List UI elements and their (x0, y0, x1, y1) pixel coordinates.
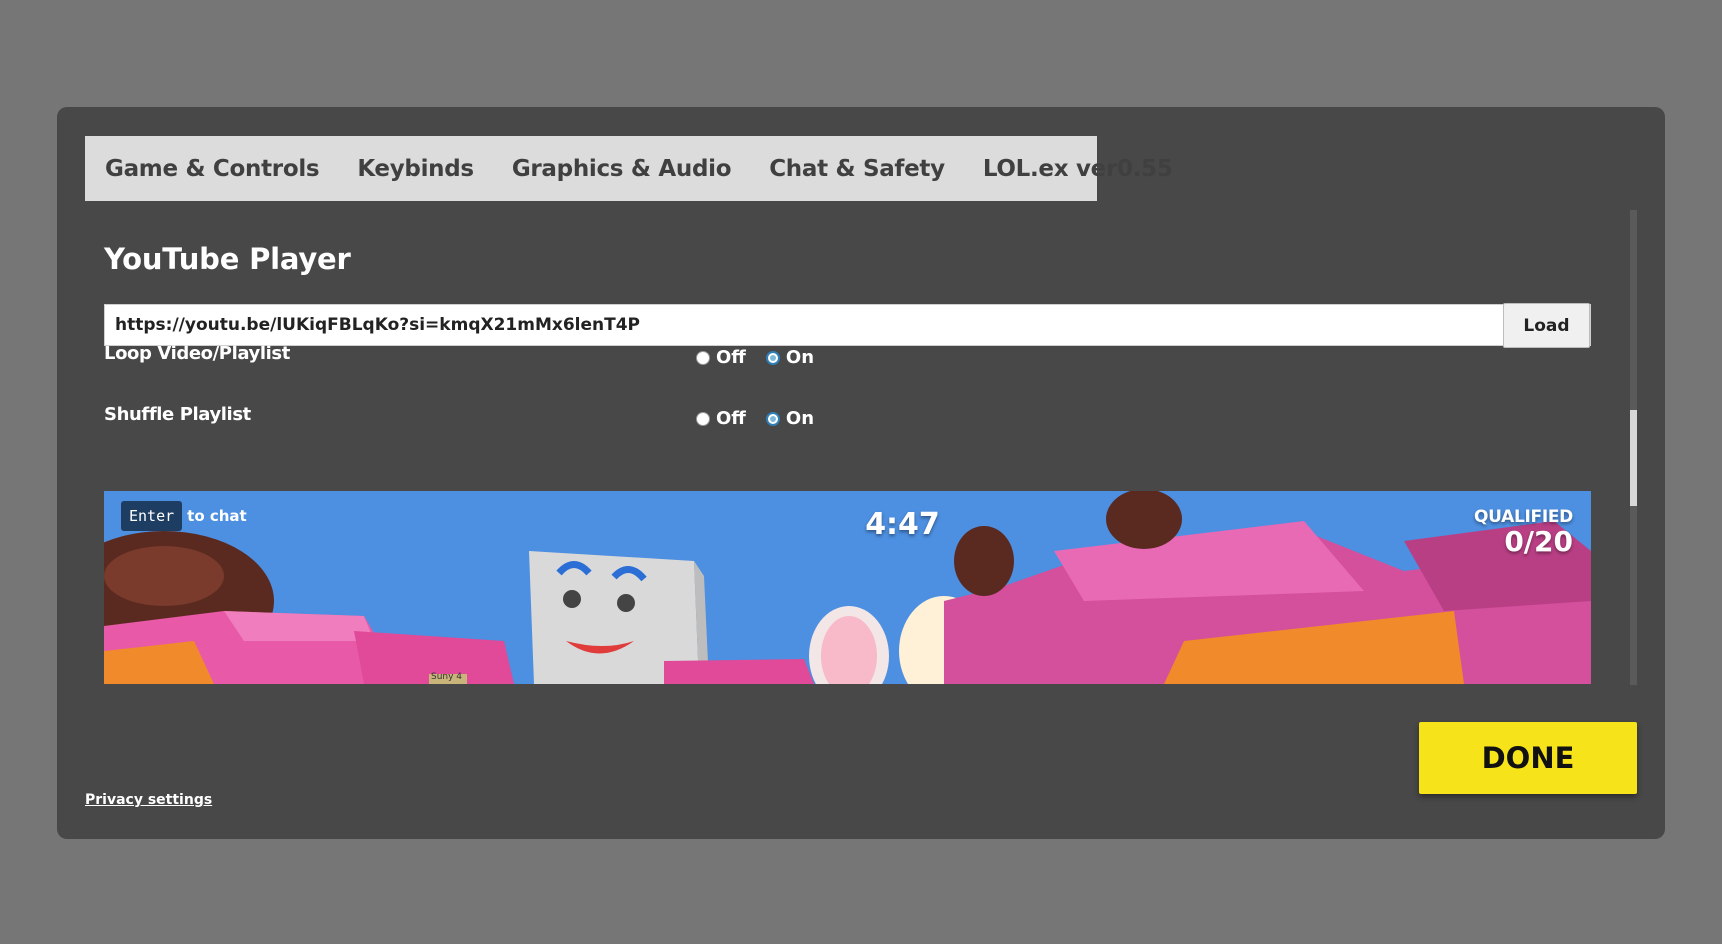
shuffle-option-label: Shuffle Playlist (104, 404, 251, 425)
loop-on-radio[interactable] (765, 350, 780, 365)
tab-keybinds[interactable]: Keybinds (357, 156, 474, 182)
shuffle-radio-group: Off On (696, 408, 834, 429)
tab-game-controls[interactable]: Game & Controls (105, 156, 320, 182)
scrollbar-thumb[interactable] (1630, 410, 1637, 506)
loop-on-option[interactable]: On (765, 347, 815, 368)
tab-graphics-audio[interactable]: Graphics & Audio (512, 156, 732, 182)
loop-off-option[interactable]: Off (696, 347, 746, 368)
loop-radio-group: Off On (696, 347, 834, 368)
settings-scrollbar[interactable] (1630, 210, 1637, 685)
loop-off-radio[interactable] (696, 350, 710, 365)
round-timer: 4:47 (865, 507, 940, 542)
qualified-label: QUALIFIED (1473, 507, 1573, 527)
youtube-video-player[interactable]: Enter to chat 4:47 QUALIFIED 0/20 Suny 4 (104, 491, 1591, 684)
youtube-url-input[interactable] (104, 304, 1591, 346)
shuffle-on-option[interactable]: On (765, 408, 815, 429)
load-button[interactable]: Load (1503, 303, 1590, 348)
loop-off-label: Off (716, 347, 746, 368)
shuffle-off-label: Off (716, 408, 746, 429)
loop-option-label: Loop Video/Playlist (104, 343, 290, 364)
sign-text: Suny 4 (431, 672, 463, 682)
tab-lolex[interactable]: LOL.ex ver0.55 (983, 156, 1173, 182)
qualified-value: 0/20 (1504, 525, 1573, 558)
shuffle-off-radio[interactable] (696, 411, 710, 426)
shuffle-on-radio[interactable] (765, 411, 780, 426)
privacy-settings-link[interactable]: Privacy settings (85, 792, 212, 808)
tab-bar: Game & Controls Keybinds Graphics & Audi… (85, 136, 1173, 201)
done-button[interactable]: DONE (1419, 722, 1637, 794)
settings-modal: Game & Controls Keybinds Graphics & Audi… (57, 107, 1665, 839)
tab-chat-safety[interactable]: Chat & Safety (769, 156, 945, 182)
loop-on-label: On (785, 347, 815, 368)
shuffle-off-option[interactable]: Off (696, 408, 746, 429)
section-title: YouTube Player (104, 242, 351, 276)
qualified-counter: QUALIFIED 0/20 (1474, 507, 1573, 557)
shuffle-on-label: On (785, 408, 815, 429)
